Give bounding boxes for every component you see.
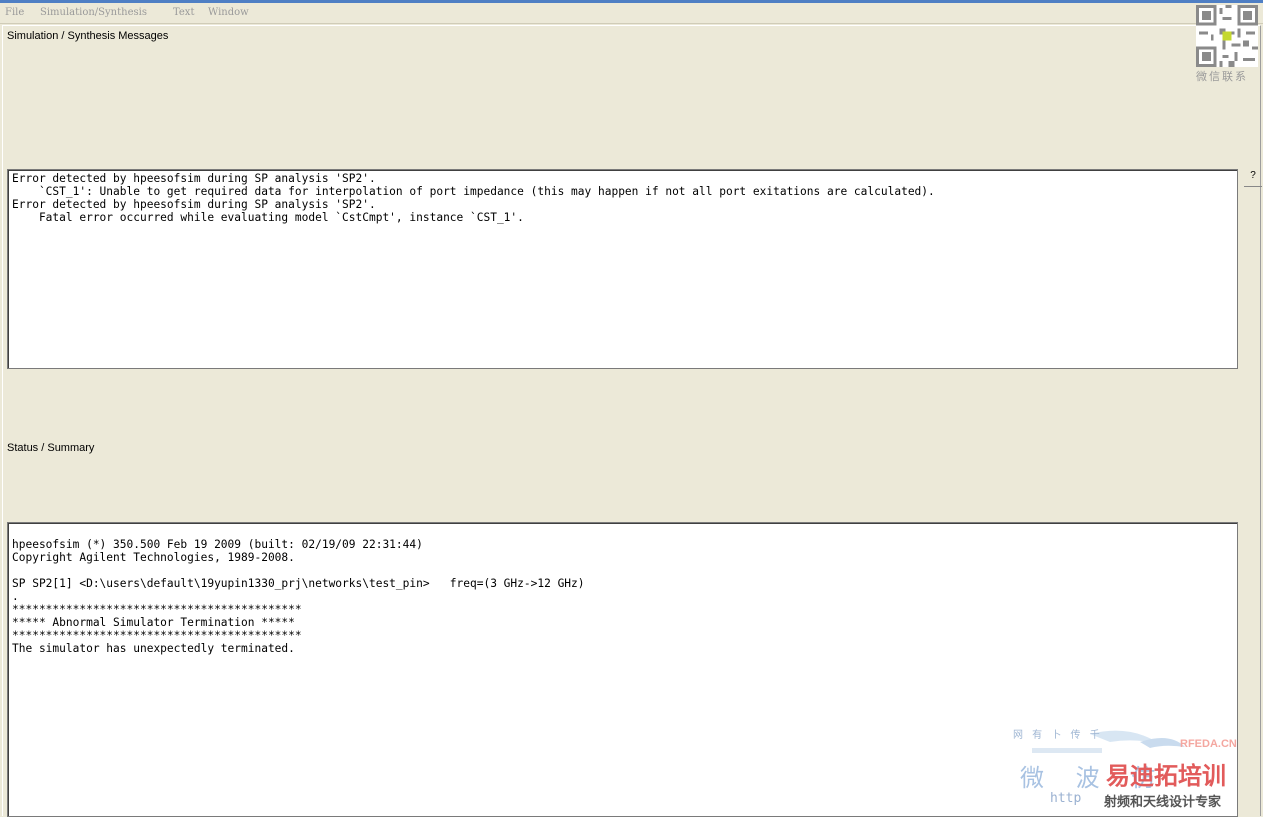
- messages-lines: Error detected by hpeesofsim during SP a…: [12, 172, 935, 224]
- status-lines: hpeesofsim (*) 350.500 Feb 19 2009 (buil…: [12, 525, 585, 655]
- menu-file[interactable]: File: [5, 7, 24, 18]
- qr-code-image: [1196, 5, 1258, 67]
- messages-line: `CST_1': Unable to get required data for…: [12, 185, 935, 198]
- status-line: ****************************************…: [12, 629, 302, 642]
- status-line: [12, 525, 585, 538]
- status-line: hpeesofsim (*) 350.500 Feb 19 2009 (buil…: [12, 538, 423, 551]
- status-line: [12, 564, 585, 577]
- watermark-url: http: [1050, 791, 1082, 806]
- status-line: The simulator has unexpectedly terminate…: [12, 642, 295, 655]
- menu-text[interactable]: Text: [173, 7, 194, 18]
- messages-label: Simulation / Synthesis Messages: [7, 30, 169, 42]
- status-line: SP SP2[1] <D:\users\default\19yupin1330_…: [12, 577, 585, 590]
- messages-text-area[interactable]: Error detected by hpeesofsim during SP a…: [7, 169, 1238, 369]
- status-line: ***** Abnormal Simulator Termination ***…: [12, 616, 295, 629]
- watermark-tagline: 射频和天线设计专家: [1104, 795, 1222, 810]
- messages-line: Error detected by hpeesofsim during SP a…: [12, 198, 376, 211]
- messages-line: Fatal error occurred while evaluating mo…: [12, 211, 524, 224]
- messages-line: Error detected by hpeesofsim during SP a…: [12, 172, 376, 185]
- menu-window[interactable]: Window: [208, 7, 249, 18]
- menu-bar: File Simulation/Synthesis Text Window: [0, 3, 1263, 24]
- watermark-title-right: 易迪拓培训: [1106, 762, 1226, 790]
- watermark-subtext: 网 有 卜 传 千: [1013, 730, 1103, 741]
- menu-simulation-synthesis[interactable]: Simulation/Synthesis: [40, 7, 147, 18]
- status-line: .: [12, 590, 19, 603]
- watermark-rfeda: RFEDA.CN: [1180, 738, 1237, 750]
- qr-caption: 微信联系: [1196, 70, 1248, 83]
- status-label: Status / Summary: [7, 442, 95, 454]
- status-line: Copyright Agilent Technologies, 1989-200…: [12, 551, 295, 564]
- help-button[interactable]: ?: [1244, 170, 1262, 187]
- status-line: ****************************************…: [12, 603, 302, 616]
